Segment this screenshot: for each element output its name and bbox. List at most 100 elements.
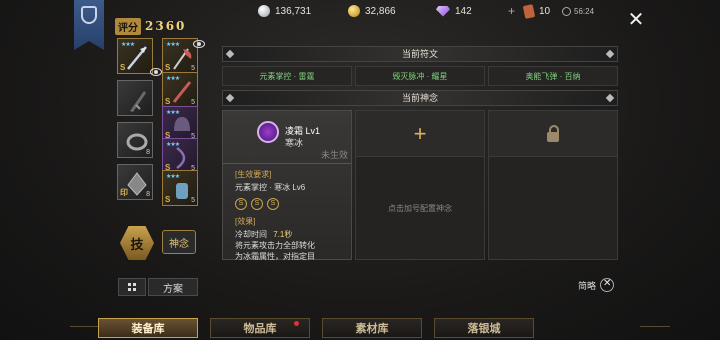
silver-coin-icon: [258, 5, 270, 17]
rune-slot-3[interactable]: 奥能飞弹 · 百纳: [488, 66, 618, 86]
spirit-card[interactable]: 凌霜 Lv1 寒冰 未生效 [生效要求] 元素掌控 · 寒冰 Lv6 S S S…: [222, 110, 352, 260]
slot-level: 5: [191, 65, 195, 72]
lock-icon: [547, 124, 559, 142]
diamond-icon: [605, 93, 615, 103]
s-rank-badge: S: [267, 198, 279, 210]
notification-dot: [294, 321, 299, 326]
rune-label: 奥能飞弹 · 百纳: [525, 71, 581, 81]
spirit-element: 寒冰: [285, 138, 304, 148]
rating-label: 评分: [115, 17, 141, 35]
diamond-icon: [225, 93, 235, 103]
slot-level: 5: [191, 197, 195, 204]
guild-banner[interactable]: [74, 0, 104, 50]
spirit-slot-locked: [488, 110, 618, 260]
spirit-button[interactable]: 神念: [162, 230, 196, 254]
equip-slot-8[interactable]: ★★★ S 5: [162, 138, 198, 174]
close-icon: ✕: [627, 9, 645, 31]
tab-equipment[interactable]: 装备库: [98, 318, 198, 338]
tab-materials[interactable]: 素材库: [322, 318, 422, 338]
cooldown-value: 7.1秒: [273, 230, 293, 239]
add-hint: 点击加号配置神念: [388, 204, 452, 213]
gem-icon: [436, 5, 450, 17]
slot-tag: 印: [120, 188, 128, 197]
divider: [640, 326, 670, 327]
toggle-icon: [600, 278, 615, 292]
ticket-amount: 10: [539, 5, 551, 17]
spear-icon: [127, 46, 147, 70]
silver-currency: 136,731: [258, 4, 311, 18]
effect-line-1: 将元素攻击力全部转化: [235, 241, 315, 250]
rune-label: 毁灭脉冲 · 耀星: [392, 71, 448, 81]
clock-icon: [562, 6, 571, 16]
ticket-currency: 10: [522, 3, 551, 19]
equip-slot-7[interactable]: ★★★ S 5: [162, 106, 198, 142]
helmet-icon: [174, 117, 190, 131]
equip-slot-3[interactable]: 8: [117, 122, 153, 158]
rating: 评分 2360: [115, 17, 189, 35]
plus-icon: +: [413, 120, 427, 146]
cooldown-label: 冷却时间: [235, 230, 267, 239]
axe-icon: [173, 48, 192, 70]
sword-icon: [172, 81, 192, 103]
plan-label: 方案: [163, 283, 183, 295]
plan-button[interactable]: 方案: [148, 278, 198, 296]
simple-label: 简略: [578, 280, 597, 291]
runes-title: 当前符文: [401, 49, 438, 59]
eye-icon[interactable]: [193, 40, 205, 48]
grid-view-button[interactable]: [118, 278, 146, 296]
spirit-label: 神念: [169, 238, 189, 250]
ring-icon: [126, 133, 148, 151]
timer: 56:24: [562, 4, 594, 18]
rune-label: 元素掌控 · 雷霆: [259, 71, 315, 81]
equip-slot-6[interactable]: ★★★ S 5: [162, 72, 198, 108]
gold-coin-icon: [348, 5, 360, 17]
rune-slot-1[interactable]: 元素掌控 · 雷霆: [222, 66, 352, 86]
simple-toggle[interactable]: 简略: [578, 278, 615, 292]
grid-icon: [128, 283, 136, 291]
add-spirit-button[interactable]: +: [356, 111, 484, 157]
tab-label: 落银城: [467, 322, 501, 335]
slot-tag: S: [165, 97, 171, 106]
slot-level: 5: [191, 99, 195, 106]
tab-city[interactable]: 落银城: [434, 318, 534, 338]
diamond-icon: [225, 49, 235, 59]
skill-button[interactable]: 技: [120, 226, 154, 260]
equip-slot-4[interactable]: 印 8: [117, 164, 153, 200]
bow-icon: [176, 146, 186, 170]
frost-spirit-icon: [257, 121, 279, 143]
bottom-tab-bar: 装备库 物品库 素材库 落银城: [70, 314, 680, 340]
s-rank-badge: S: [235, 198, 247, 210]
dagger-icon: [130, 91, 146, 112]
amulet-icon: [127, 172, 147, 196]
gold-currency: 32,866: [348, 4, 396, 18]
s-rank-badge: S: [251, 198, 263, 210]
requirement-text: 元素掌控 · 寒冰 Lv6: [235, 183, 306, 192]
plus-icon: +: [508, 4, 516, 18]
equip-slot-9[interactable]: ★★★ S 5: [162, 170, 198, 206]
close-button[interactable]: ✕: [626, 10, 646, 30]
rune-slot-2[interactable]: 毁灭脉冲 · 耀星: [355, 66, 485, 86]
shield-icon: [81, 6, 97, 24]
slot-tag: S: [165, 63, 171, 72]
effect-heading: [效果]: [235, 217, 256, 226]
runes-header: 当前符文: [222, 46, 618, 62]
spirit-slot-empty[interactable]: + 点击加号配置神念: [355, 110, 485, 260]
spirits-header: 当前神念: [222, 90, 618, 106]
equip-slot-2[interactable]: [117, 80, 153, 116]
requirement-heading: [生效要求]: [235, 170, 272, 179]
slot-tag: S: [165, 195, 171, 204]
slot-tag: S: [120, 63, 126, 72]
timer-value: 56:24: [574, 6, 595, 16]
tab-items[interactable]: 物品库: [210, 318, 310, 338]
equip-slot-1[interactable]: ★★★ S: [117, 38, 153, 74]
silver-amount: 136,731: [275, 5, 312, 17]
rating-value: 2360: [145, 19, 187, 33]
cooldown-row: 冷却时间 7.1秒: [235, 229, 292, 240]
effect-line-2: 为冰霜属性，对指定目: [235, 252, 315, 260]
gold-amount: 32,866: [365, 5, 396, 17]
slot-level: 8: [146, 191, 150, 198]
eye-icon[interactable]: [150, 68, 162, 76]
add-gems-button[interactable]: +: [508, 4, 515, 18]
spirit-status: 未生效: [321, 150, 349, 160]
ticket-icon: [522, 3, 536, 19]
